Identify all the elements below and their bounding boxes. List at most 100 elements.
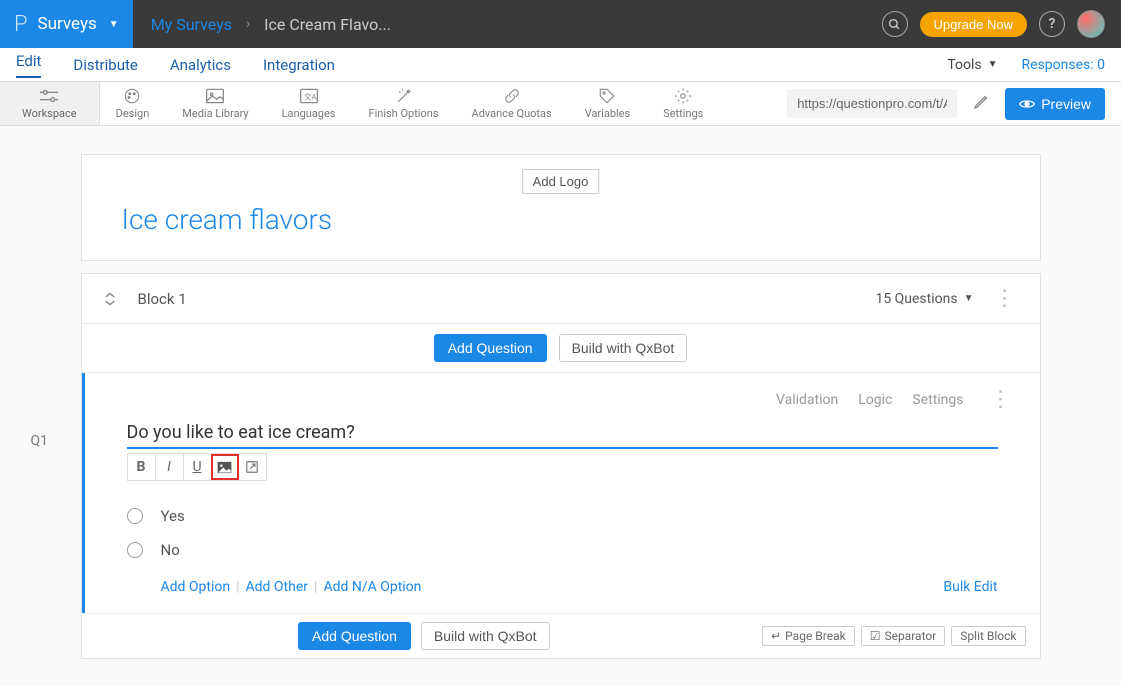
tool-media-label: Media Library [182,107,248,120]
tools-dropdown[interactable]: Tools ▼ [947,57,997,73]
tool-quotas[interactable]: Advance Quotas [456,82,569,125]
page-break-icon: ↵ [771,629,781,643]
tool-media[interactable]: Media Library [166,82,265,125]
upgrade-button[interactable]: Upgrade Now [920,12,1028,37]
survey-url-input[interactable] [787,89,957,118]
collapse-block-icon[interactable] [100,289,120,309]
tab-integration[interactable]: Integration [263,56,335,74]
tool-design[interactable]: Design [100,82,167,125]
breadcrumb-home[interactable]: My Surveys [151,15,232,34]
chevron-right-icon: › [246,16,250,32]
chevron-down-icon: ▼ [109,19,119,30]
block-more-icon[interactable]: ⋮ [988,286,1022,311]
toolbar: Workspace Design Media Library 文A Langua… [0,82,1121,126]
tool-finish[interactable]: Finish Options [353,82,456,125]
tool-variables[interactable]: Variables [569,82,648,125]
tab-analytics[interactable]: Analytics [170,56,231,74]
question-topbar: Validation Logic Settings ⋮ [85,373,1040,416]
add-logo-button[interactable]: Add Logo [522,169,600,194]
question-card: Q1 Validation Logic Settings ⋮ Do you li… [82,373,1040,613]
bold-button[interactable]: B [128,454,156,480]
separator-icon: ☑ [870,629,881,643]
tool-settings[interactable]: Settings [647,82,720,125]
separator-chip[interactable]: ☑Separator [861,626,946,646]
block-card: Block 1 15 Questions ▼ ⋮ Add Question Bu… [81,273,1041,659]
help-icon[interactable]: ? [1039,11,1065,37]
preview-button[interactable]: Preview [1005,88,1105,120]
question-settings-link[interactable]: Settings [912,392,963,408]
tab-edit[interactable]: Edit [16,52,41,78]
add-option-link[interactable]: Add Option [161,579,231,595]
block-title[interactable]: Block 1 [138,290,187,308]
edit-url-icon[interactable] [967,94,995,114]
breadcrumb-current: Ice Cream Flavo... [264,15,391,34]
tool-languages-label: Languages [282,107,336,120]
option-label[interactable]: Yes [161,507,185,525]
palette-icon [122,87,142,105]
survey-header-card: Add Logo Ice cream flavors [81,154,1041,261]
tool-design-label: Design [116,107,150,120]
add-question-row-top: Add Question Build with QxBot [82,324,1040,373]
survey-title[interactable]: Ice cream flavors [122,203,1000,236]
add-na-link[interactable]: Add N/A Option [323,579,421,595]
eye-icon [1019,98,1035,110]
page-break-chip[interactable]: ↵Page Break [762,626,855,646]
tag-icon [598,87,616,105]
option-row[interactable]: No [127,533,998,567]
underline-button[interactable]: U [184,454,212,480]
split-block-chip[interactable]: Split Block [951,626,1025,646]
block-header: Block 1 15 Questions ▼ ⋮ [82,274,1040,324]
radio-icon [127,542,143,558]
question-more-icon[interactable]: ⋮ [984,387,1018,412]
app-switcher[interactable]: P Surveys ▼ [0,0,133,48]
tool-variables-label: Variables [585,107,631,120]
translate-icon: 文A [299,87,319,105]
logo-icon: P [14,12,28,37]
qxbot-button[interactable]: Build with QxBot [559,334,688,362]
main-tabs: Edit Distribute Analytics Integration To… [0,48,1121,82]
question-count-label: 15 Questions [875,291,957,307]
chevron-down-icon: ▼ [964,293,974,304]
app-name: Surveys [38,14,97,34]
question-logic-link[interactable]: Logic [858,392,892,408]
add-question-button-bottom[interactable]: Add Question [298,622,411,650]
radio-icon [127,508,143,524]
question-number: Q1 [31,433,49,449]
bulk-edit-link[interactable]: Bulk Edit [943,579,997,595]
image-icon [205,87,225,105]
tool-finish-label: Finish Options [369,107,439,120]
question-text-input[interactable]: Do you like to eat ice cream? [127,422,998,449]
top-navbar: P Surveys ▼ My Surveys › Ice Cream Flavo… [0,0,1121,48]
breadcrumb: My Surveys › Ice Cream Flavo... [133,15,409,34]
preview-label: Preview [1041,96,1091,112]
tool-languages[interactable]: 文A Languages [266,82,353,125]
option-label[interactable]: No [161,541,180,559]
insert-image-button[interactable] [211,454,239,480]
qxbot-button-bottom[interactable]: Build with QxBot [421,622,550,650]
question-validation-link[interactable]: Validation [776,392,838,408]
italic-button[interactable]: I [156,454,184,480]
option-actions: Add Option | Add Other | Add N/A Option … [127,579,998,595]
gear-icon [674,87,692,105]
tool-settings-label: Settings [663,107,703,120]
svg-text:文A: 文A [304,91,316,101]
tool-workspace[interactable]: Workspace [0,82,100,125]
format-toolbar: B I U [127,453,267,481]
option-row[interactable]: Yes [127,499,998,533]
magic-wand-icon [395,87,413,105]
question-count-dropdown[interactable]: 15 Questions ▼ [875,291,973,307]
search-icon[interactable] [882,11,908,37]
add-question-button[interactable]: Add Question [434,334,547,362]
responses-link[interactable]: Responses: 0 [1022,57,1105,73]
tab-distribute[interactable]: Distribute [73,56,137,74]
open-external-button[interactable] [238,454,266,480]
editor-canvas: Add Logo Ice cream flavors Block 1 15 Qu… [0,126,1121,686]
add-other-link[interactable]: Add Other [246,579,309,595]
sliders-icon [38,87,60,105]
image-icon [217,461,232,474]
avatar[interactable] [1077,10,1105,38]
add-question-row-bottom: Add Question Build with QxBot ↵Page Brea… [82,613,1040,658]
tool-quotas-label: Advance Quotas [472,107,552,120]
tools-label: Tools [947,57,981,73]
tool-workspace-label: Workspace [22,107,77,120]
